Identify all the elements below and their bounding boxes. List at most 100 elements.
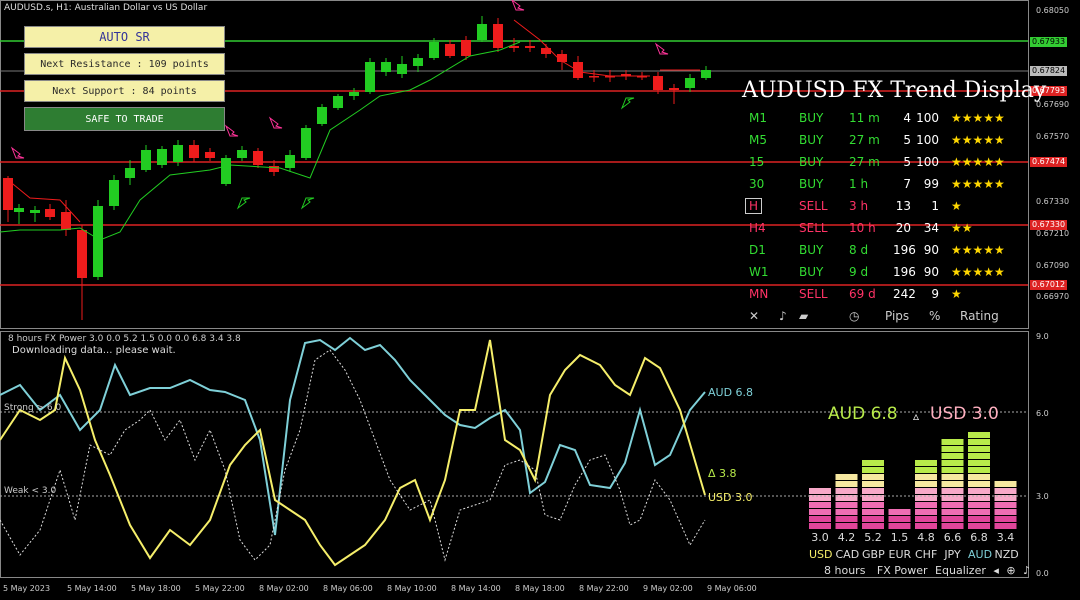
trend-cell-time: 9 d xyxy=(849,265,869,279)
candle-body xyxy=(477,24,487,40)
equalizer-segment xyxy=(888,516,911,522)
trend-cell-dir: BUY xyxy=(799,133,824,147)
equalizer-segment xyxy=(888,523,911,529)
candle-body xyxy=(205,152,215,158)
trend-cell-tf: W1 xyxy=(749,265,769,279)
fx-power-label[interactable]: FX Power xyxy=(877,564,928,577)
equalizer-segment xyxy=(941,509,964,515)
equalizer-segment xyxy=(915,502,937,508)
equalizer-segment xyxy=(941,474,964,480)
sell-arrow-icon xyxy=(10,146,25,159)
equalizer-segment xyxy=(994,488,1017,494)
trend-cell-pct: 90 xyxy=(923,265,939,279)
price-tag-support: 0.67474 xyxy=(1030,157,1068,167)
candle-body xyxy=(525,46,535,48)
safe-to-trade-button[interactable]: SAFE TO TRADE xyxy=(24,107,225,131)
candle-body xyxy=(445,44,455,56)
equalizer-segment xyxy=(968,446,990,452)
trend-row-h4[interactable]: H4 SELL 10 h 20 34 ★★ xyxy=(745,217,1030,239)
hours-label[interactable]: 8 hours xyxy=(824,564,865,577)
equalizer-currency: NZD xyxy=(994,548,1019,561)
power-axis-label: 9.0 xyxy=(1036,332,1049,341)
trend-cell-pct: 100 xyxy=(916,111,939,125)
candle-body xyxy=(573,62,583,78)
trend-row-m5[interactable]: M5 BUY 27 m 5 100 ★★★★★ xyxy=(745,129,1030,151)
big-aud-value: AUD 6.8 xyxy=(828,404,898,424)
chart-icon[interactable]: ▰ xyxy=(799,309,808,323)
trend-row-mn[interactable]: MN SELL 69 d 242 9 ★ xyxy=(745,283,1030,305)
equalizer-segment xyxy=(968,495,990,501)
time-label: 5 May 14:00 xyxy=(67,584,117,593)
candle-body xyxy=(109,180,119,206)
candle-body xyxy=(285,155,295,168)
equalizer-currency: GBP xyxy=(862,548,885,561)
price-label: 0.66970 xyxy=(1036,292,1070,301)
trend-row-d1[interactable]: D1 BUY 8 d 196 90 ★★★★★ xyxy=(745,239,1030,261)
equalizer-segment xyxy=(968,509,990,515)
candle-body xyxy=(365,62,375,92)
equalizer-currency: EUR xyxy=(888,548,912,561)
trend-cell-time: 27 m xyxy=(849,133,880,147)
trend-cell-pips: 13 xyxy=(895,199,911,213)
trend-row-m1[interactable]: M1 BUY 11 m 4 100 ★★★★★ xyxy=(745,107,1030,129)
equalizer-segment xyxy=(809,488,831,494)
equalizer-segment xyxy=(915,523,937,529)
equalizer-label[interactable]: Equalizer xyxy=(935,564,986,577)
equalizer-segment xyxy=(835,474,858,480)
trend-row-15[interactable]: 15 BUY 27 m 5 100 ★★★★★ xyxy=(745,151,1030,173)
sell-arrow-icon xyxy=(511,0,525,11)
time-label: 8 May 18:00 xyxy=(515,584,565,593)
price-tag-current: 0.67824 xyxy=(1030,66,1068,76)
trend-row-w1[interactable]: W1 BUY 9 d 196 90 ★★★★★ xyxy=(745,261,1030,283)
equalizer-segment xyxy=(968,474,990,480)
equalizer-segment xyxy=(994,502,1017,508)
equalizer-segment xyxy=(968,481,990,487)
trend-row-h[interactable]: H SELL 3 h 13 1 ★ xyxy=(745,195,1030,217)
trend-cell-pips: 7 xyxy=(903,177,911,191)
equalizer-segment xyxy=(835,488,858,494)
trend-row-30[interactable]: 30 BUY 1 h 7 99 ★★★★★ xyxy=(745,173,1030,195)
equalizer-segment xyxy=(835,509,858,515)
sell-arrow-icon xyxy=(224,124,239,137)
price-tag-support: 0.67012 xyxy=(1030,280,1068,290)
trend-table-footer: ✕ ♪ ▰ ◷ Pips % Rating xyxy=(745,305,1030,327)
trend-cell-pips: 5 xyxy=(903,133,911,147)
trend-cell-pct: 1 xyxy=(931,199,939,213)
candle-body xyxy=(269,166,279,172)
equalizer-segment xyxy=(862,460,884,466)
trend-cell-dir: SELL xyxy=(799,221,828,235)
candle-body xyxy=(45,209,55,217)
crosshair-icon[interactable]: ⊕ xyxy=(1006,564,1015,577)
trend-cell-pct: 99 xyxy=(923,177,939,191)
sound-icon[interactable]: ♪ xyxy=(1023,564,1030,577)
aud-line-label: AUD 6.8 xyxy=(708,386,754,399)
trend-cell-rating: ★★ xyxy=(951,221,973,235)
trend-cell-rating: ★★★★★ xyxy=(951,111,1005,125)
fx-power-title: 8 hours FX Power 3.0 0.0 5.2 1.5 0.0 0.0… xyxy=(8,334,241,344)
candle-body xyxy=(397,64,407,74)
candle-body xyxy=(14,208,24,212)
trend-cell-dir: SELL xyxy=(799,199,828,213)
price-label: 0.67090 xyxy=(1036,261,1070,270)
trend-cell-tf: M1 xyxy=(749,111,767,125)
clock-icon: ◷ xyxy=(849,309,860,323)
candle-body xyxy=(349,92,359,96)
equalizer-segment xyxy=(835,495,858,501)
equalizer-segment xyxy=(941,523,964,529)
trend-cell-time: 69 d xyxy=(849,287,876,301)
equalizer-segment xyxy=(968,516,990,522)
back-icon[interactable]: ◂ xyxy=(993,564,999,577)
equalizer-segment xyxy=(835,516,858,522)
candle-body xyxy=(333,96,343,108)
trend-cell-rating: ★★★★★ xyxy=(951,177,1005,191)
power-axis-label: 3.0 xyxy=(1036,492,1049,501)
equalizer-segment xyxy=(915,474,937,480)
candle-body xyxy=(413,58,423,66)
trend-cell-rating: ★ xyxy=(951,287,962,301)
sound-icon[interactable]: ♪ xyxy=(779,309,787,323)
candle-body xyxy=(141,150,151,170)
close-icon[interactable]: ✕ xyxy=(749,309,759,323)
candle-body xyxy=(589,76,599,78)
equalizer-footer: 8 hours FX Power Equalizer ◂ ⊕ ♪ xyxy=(824,564,1030,577)
trend-cell-tf: 30 xyxy=(749,177,765,191)
